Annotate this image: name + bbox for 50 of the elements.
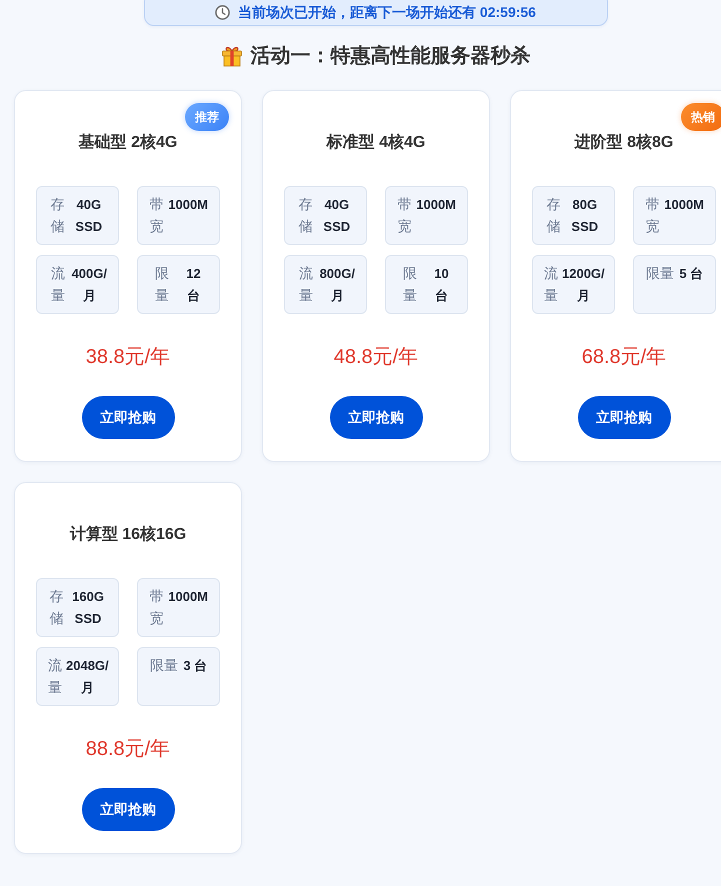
buy-button[interactable]: 立即抢购 xyxy=(82,788,174,831)
spec-value: 1000M xyxy=(168,196,208,214)
spec-label: 限量 xyxy=(154,264,170,304)
spec-label: 带宽 xyxy=(645,195,660,236)
spec-label: 带宽 xyxy=(149,195,164,236)
spec-value: 1200G/月 xyxy=(562,265,605,304)
product-title: 计算型 16核16G xyxy=(68,524,188,545)
spec-label: 带宽 xyxy=(149,587,164,628)
price-text: 68.8元/年 xyxy=(580,345,668,370)
price-text: 88.8元/年 xyxy=(84,737,172,762)
spec-value: 160G SSD xyxy=(71,588,105,628)
spec-label: 存储 xyxy=(49,195,66,236)
price-text: 48.8元/年 xyxy=(332,345,420,370)
spec-label: 限量 xyxy=(645,264,675,283)
spec-value: 400G/月 xyxy=(72,265,107,304)
spec-value: 12 台 xyxy=(185,265,202,304)
section-title: 活动一：特惠高性能服务器秒杀 xyxy=(250,44,530,69)
spec-value: 1000M xyxy=(168,588,208,606)
spec-value: 5 台 xyxy=(678,265,704,283)
promo-badge: 热销 xyxy=(681,103,721,131)
product-title: 进阶型 8核8G xyxy=(573,132,674,153)
spec-label: 限量 xyxy=(402,264,418,304)
spec-value: 1000M xyxy=(416,196,456,214)
product-title: 标准型 4核4G xyxy=(325,132,426,153)
price-text: 38.8元/年 xyxy=(84,345,172,370)
clock-icon xyxy=(215,4,230,20)
buy-button[interactable]: 立即抢购 xyxy=(330,396,422,439)
spec-label: 带宽 xyxy=(397,195,412,236)
spec-value: 10 台 xyxy=(433,265,450,304)
spec-value: 800G/月 xyxy=(320,265,355,304)
promo-badge: 推荐 xyxy=(185,103,229,131)
gift-icon xyxy=(220,45,242,67)
spec-label: 流量 xyxy=(50,264,66,304)
spec-label: 存储 xyxy=(48,587,65,628)
countdown-text: 当前场次已开始，距离下一场开始还有 02:59:56 xyxy=(238,3,536,22)
spec-value: 40G SSD xyxy=(322,196,352,236)
spec-value: 40G SSD xyxy=(74,196,104,236)
product-title: 基础型 2核4G xyxy=(78,132,178,153)
spec-value: 1000M xyxy=(664,196,704,214)
spec-value: 2048G/月 xyxy=(66,657,109,696)
spec-label: 限量 xyxy=(149,656,179,675)
buy-button[interactable]: 立即抢购 xyxy=(82,396,174,439)
spec-label: 流量 xyxy=(298,264,314,304)
spec-value: 80G SSD xyxy=(570,196,600,236)
spec-label: 流量 xyxy=(544,264,558,304)
spec-value: 3 台 xyxy=(182,657,208,675)
spec-label: 存储 xyxy=(545,195,562,236)
spec-label: 存储 xyxy=(297,195,314,236)
spec-label: 流量 xyxy=(48,656,62,696)
buy-button[interactable]: 立即抢购 xyxy=(578,396,670,439)
